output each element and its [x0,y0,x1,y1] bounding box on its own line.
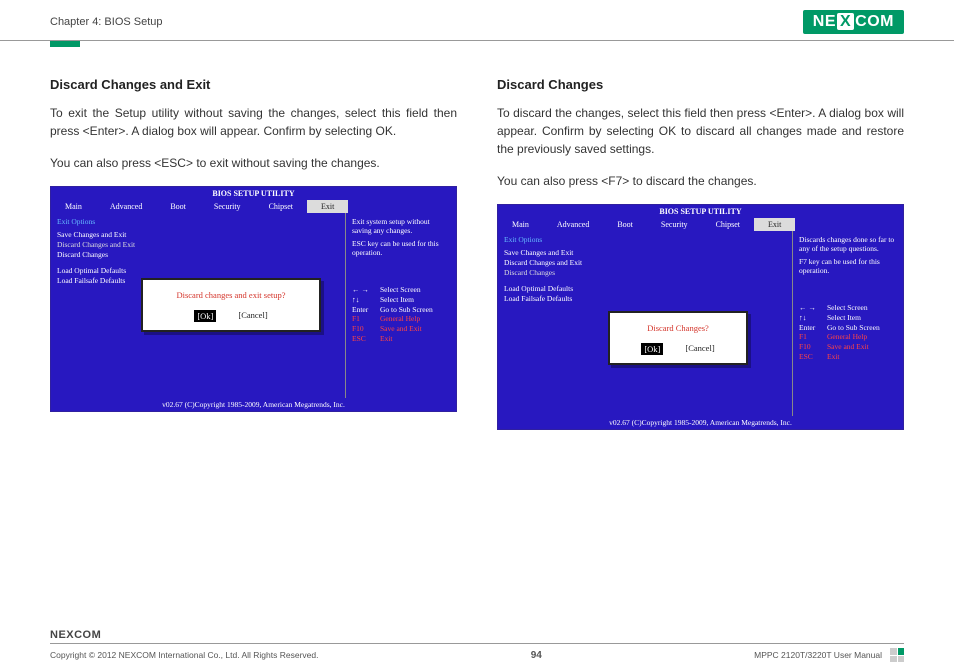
confirm-dialog: Discard changes and exit setup? [Ok] [Ca… [141,278,321,332]
dialog-message: Discard changes and exit setup? [157,290,305,300]
section-title-left: Discard Changes and Exit [50,77,457,92]
bios-tab-security: Security [647,218,702,231]
bios-body: Exit Options Save Changes and Exit Disca… [498,231,903,416]
page-number: 94 [531,650,542,661]
bios-help-panel: Discards changes done so far to any of t… [793,231,903,416]
options-heading: Exit Options [57,217,339,226]
cancel-button[interactable]: [Cancel] [685,343,714,355]
manual-name: MPPC 2120T/3220T User Manual [754,650,882,660]
bios-option-selected: Discard Changes [504,268,786,277]
bios-help-panel: Exit system setup without saving any cha… [346,213,456,398]
bios-screenshot-left: BIOS SETUP UTILITY Main Advanced Boot Se… [50,186,457,412]
bios-screenshot-right: BIOS SETUP UTILITY Main Advanced Boot Se… [497,204,904,430]
bios-tabs: Main Advanced Boot Security Chipset Exit [51,200,456,213]
help-text: Exit system setup without saving any cha… [352,217,450,235]
bios-option: Save Changes and Exit [57,230,339,239]
bios-title: BIOS SETUP UTILITY [51,187,456,200]
bios-tab-boot: Boot [603,218,647,231]
bios-tab-exit: Exit [754,218,795,231]
bios-tab-chipset: Chipset [255,200,307,213]
options-heading: Exit Options [504,235,786,244]
bios-option: Load Optimal Defaults [57,266,339,275]
bios-tab-security: Security [200,200,255,213]
bios-footer: v02.67 (C)Copyright 1985-2009, American … [498,416,903,429]
bios-option: Save Changes and Exit [504,248,786,257]
dialog-message: Discard Changes? [624,323,732,333]
bios-tab-exit: Exit [307,200,348,213]
cancel-button[interactable]: [Cancel] [238,310,267,322]
brand-logo: NEXCOM [803,10,904,34]
bios-tab-boot: Boot [156,200,200,213]
footer-deco-icon [890,648,904,662]
bios-option-selected: Discard Changes and Exit [57,240,339,249]
ok-button[interactable]: [Ok] [641,343,663,355]
chapter-label: Chapter 4: BIOS Setup [50,16,163,28]
help-keys: ← →Select Screen ↑↓Select Item EnterGo t… [352,285,450,344]
bios-tab-advanced: Advanced [96,200,156,213]
confirm-dialog: Discard Changes? [Ok] [Cancel] [608,311,748,365]
bios-footer: v02.67 (C)Copyright 1985-2009, American … [51,398,456,411]
page-header: Chapter 4: BIOS Setup NEXCOM [0,0,954,41]
bios-body: Exit Options Save Changes and Exit Disca… [51,213,456,398]
page-footer: NEXCOM Copyright © 2012 NEXCOM Internati… [0,629,954,662]
content-columns: Discard Changes and Exit To exit the Set… [0,47,954,430]
bios-option: Discard Changes [57,250,339,259]
bios-tab-advanced: Advanced [543,218,603,231]
bios-tab-chipset: Chipset [702,218,754,231]
paragraph: You can also press <F7> to discard the c… [497,172,904,190]
bios-title: BIOS SETUP UTILITY [498,205,903,218]
footer-brand: NEXCOM [50,629,904,641]
bios-tab-main: Main [498,218,543,231]
section-title-right: Discard Changes [497,77,904,92]
copyright-text: Copyright © 2012 NEXCOM International Co… [50,650,318,660]
bios-tabs: Main Advanced Boot Security Chipset Exit [498,218,903,231]
paragraph: To exit the Setup utility without saving… [50,104,457,140]
help-keys: ← →Select Screen ↑↓Select Item EnterGo t… [799,303,897,362]
help-text: F7 key can be used for this operation. [799,257,897,275]
paragraph: You can also press <ESC> to exit without… [50,154,457,172]
bios-tab-main: Main [51,200,96,213]
bios-option: Discard Changes and Exit [504,258,786,267]
help-text: ESC key can be used for this operation. [352,239,450,257]
ok-button[interactable]: [Ok] [194,310,216,322]
bios-option: Load Optimal Defaults [504,284,786,293]
right-column: Discard Changes To discard the changes, … [497,77,904,430]
bios-option: Load Failsafe Defaults [504,294,786,303]
paragraph: To discard the changes, select this fiel… [497,104,904,158]
left-column: Discard Changes and Exit To exit the Set… [50,77,457,430]
help-text: Discards changes done so far to any of t… [799,235,897,253]
